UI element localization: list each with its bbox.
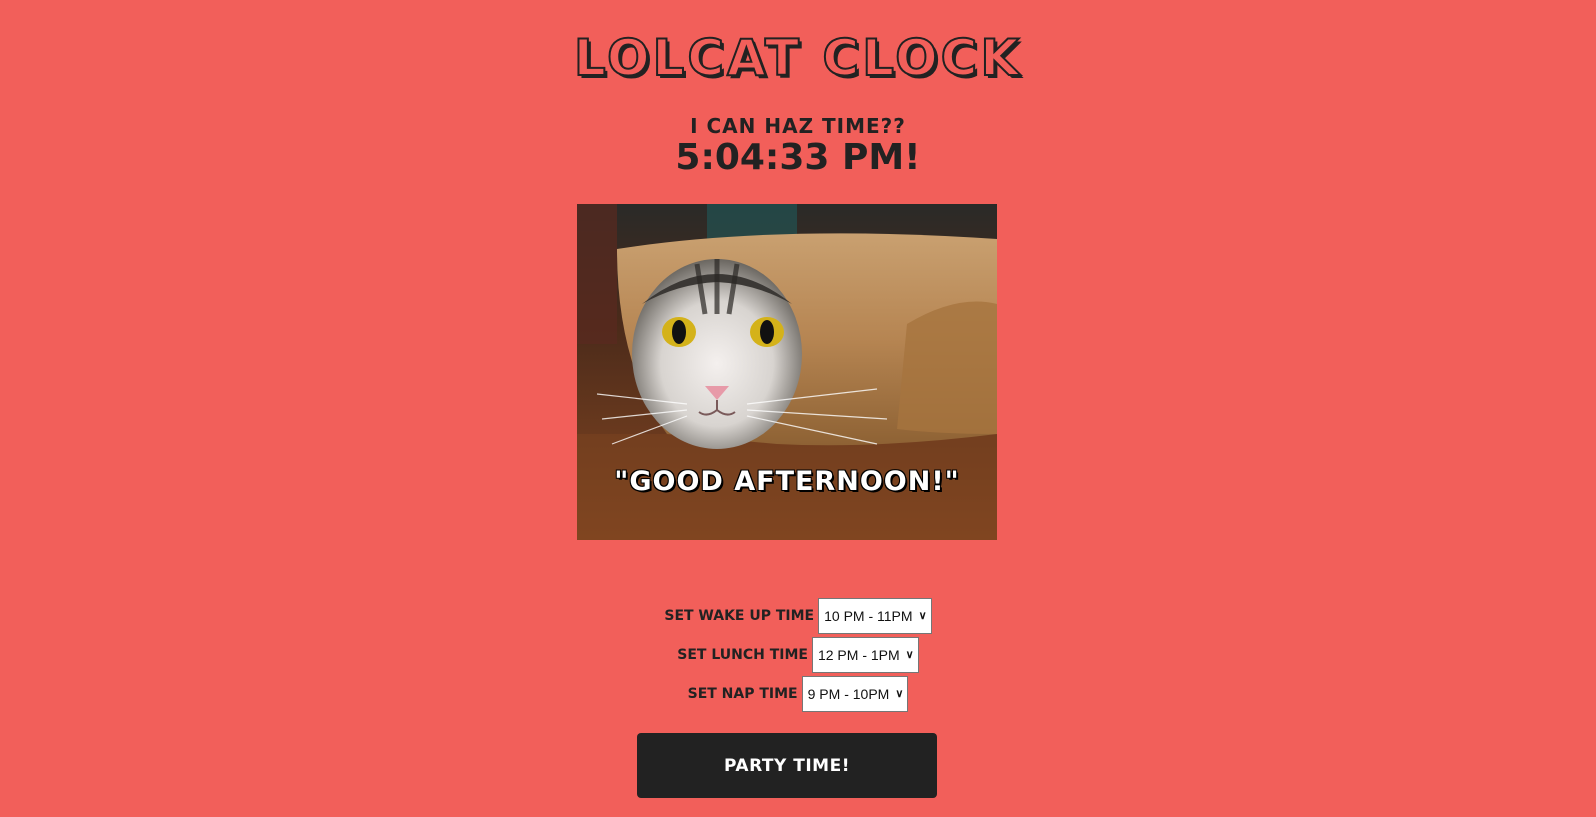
party-time-button[interactable]: PARTY TIME!	[637, 733, 937, 798]
wake-up-label: SET WAKE UP TIME	[664, 607, 815, 624]
wake-up-select[interactable]: 10 PM - 11PM ∨	[818, 597, 932, 634]
lunch-select-value: 12 PM - 1PM	[817, 646, 900, 663]
lunch-row: SET LUNCH TIME 12 PM - 1PM ∨	[0, 635, 1596, 674]
nap-select-value: 9 PM - 10PM	[807, 685, 890, 702]
nap-row: SET NAP TIME 9 PM - 10PM ∨	[0, 674, 1596, 713]
chevron-down-icon: ∨	[918, 610, 927, 622]
lunch-label: SET LUNCH TIME	[677, 646, 808, 663]
chevron-down-icon: ∨	[905, 649, 914, 661]
nap-select[interactable]: 9 PM - 10PM ∨	[801, 675, 909, 712]
image-caption: "GOOD AFTERNOON!"	[614, 466, 960, 497]
chevron-down-icon: ∨	[895, 688, 904, 700]
wake-up-row: SET WAKE UP TIME 10 PM - 11PM ∨	[0, 596, 1596, 635]
wake-up-select-value: 10 PM - 11PM	[824, 607, 913, 624]
clock-time: 5:04:33 PM!	[675, 137, 921, 178]
lolcat-image: "GOOD AFTERNOON!"	[577, 204, 997, 540]
time-settings: SET WAKE UP TIME 10 PM - 11PM ∨ SET LUNC…	[0, 596, 1596, 713]
lunch-select[interactable]: 12 PM - 1PM ∨	[811, 636, 919, 673]
page-title: LOLCAT CLOCK	[573, 28, 1023, 88]
nap-label: SET NAP TIME	[687, 685, 798, 702]
